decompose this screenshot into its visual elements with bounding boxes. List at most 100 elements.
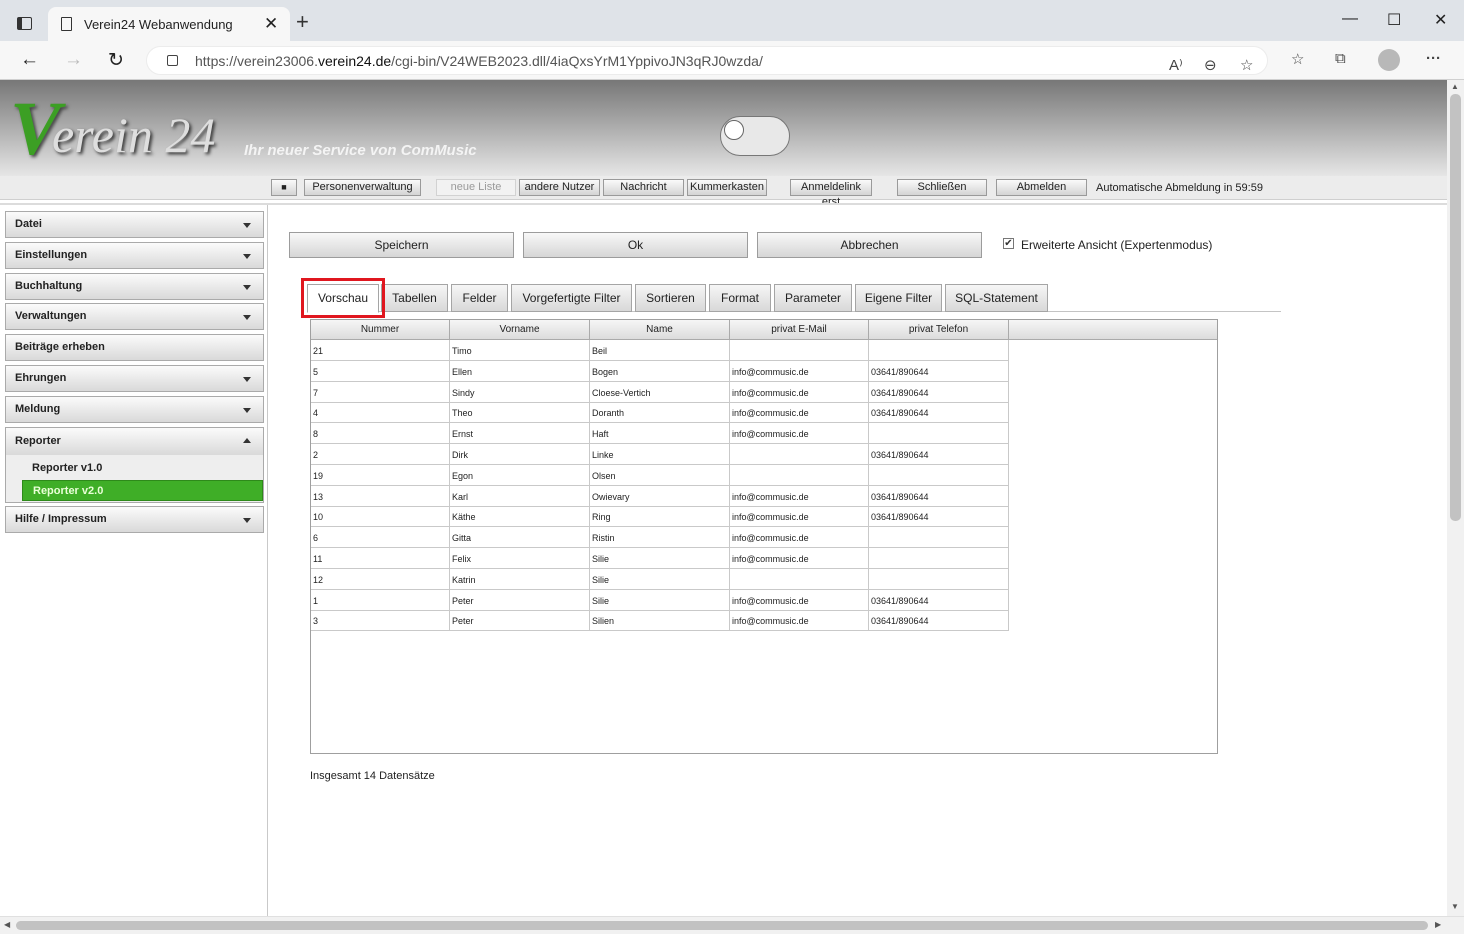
sidebar-item-buchhaltung[interactable]: Buchhaltung	[5, 273, 264, 300]
cell-nummer[interactable]: 10	[311, 506, 450, 528]
cell-email[interactable]	[730, 568, 869, 590]
vertical-scrollbar[interactable]: ▲ ▼	[1447, 80, 1464, 916]
collections-icon[interactable]: ⧉	[1335, 50, 1346, 67]
schliessen-button[interactable]: Schließen	[897, 179, 987, 196]
theme-toggle[interactable]	[720, 116, 790, 156]
cell-email[interactable]: info@commusic.de	[730, 589, 869, 611]
cell-nummer[interactable]: 19	[311, 464, 450, 486]
column-header-email[interactable]: privat E-Mail	[730, 320, 869, 340]
cell-name[interactable]: Owievary	[590, 485, 730, 507]
cell-telefon[interactable]: 03641/890644	[869, 506, 1009, 528]
cell-name[interactable]: Silien	[590, 610, 730, 632]
sidebar-item-datei[interactable]: Datei	[5, 211, 264, 238]
tab-eigene-filter[interactable]: Eigene Filter	[855, 284, 942, 312]
nachricht-button[interactable]: Nachricht	[603, 179, 684, 196]
minimize-icon[interactable]: —	[1342, 10, 1358, 28]
sidebar-item-einstellungen[interactable]: Einstellungen	[5, 242, 264, 269]
cell-nummer[interactable]: 8	[311, 423, 450, 445]
back-icon[interactable]: ←	[20, 49, 39, 71]
cell-nummer[interactable]: 11	[311, 548, 450, 569]
cell-email[interactable]	[730, 340, 869, 361]
tab-tabellen[interactable]: Tabellen	[381, 284, 448, 312]
cell-vorname[interactable]: Katrin	[450, 568, 590, 590]
sidebar-item-hilfe[interactable]: Hilfe / Impressum	[5, 506, 264, 533]
cell-telefon[interactable]: 03641/890644	[869, 610, 1009, 632]
cell-telefon[interactable]	[869, 527, 1009, 549]
close-window-icon[interactable]: ✕	[1434, 10, 1447, 30]
kummerkasten-button[interactable]: Kummerkasten	[687, 179, 767, 196]
tab-sortieren[interactable]: Sortieren	[635, 284, 706, 312]
scroll-up-icon[interactable]: ▲	[1451, 82, 1459, 91]
cell-telefon[interactable]	[869, 568, 1009, 590]
cell-vorname[interactable]: Felix	[450, 548, 590, 569]
tab-actions-icon[interactable]	[17, 17, 32, 30]
scroll-left-icon[interactable]: ◀	[4, 920, 10, 929]
cell-nummer[interactable]: 12	[311, 568, 450, 590]
cell-email[interactable]	[730, 464, 869, 486]
cell-name[interactable]: Beil	[590, 340, 730, 361]
cell-telefon[interactable]: 03641/890644	[869, 444, 1009, 465]
cell-name[interactable]: Silie	[590, 589, 730, 611]
column-header-nummer[interactable]: Nummer	[311, 320, 450, 340]
cell-email[interactable]	[730, 444, 869, 465]
cell-name[interactable]: Silie	[590, 568, 730, 590]
cell-vorname[interactable]: Egon	[450, 464, 590, 486]
menu-icon[interactable]: ···	[1426, 50, 1441, 67]
cell-email[interactable]: info@commusic.de	[730, 548, 869, 569]
andere-nutzer-button[interactable]: andere Nutzer	[519, 179, 600, 196]
horizontal-scrollbar[interactable]: ◀ ▶	[0, 916, 1464, 934]
cell-name[interactable]: Ristin	[590, 527, 730, 549]
cell-telefon[interactable]: 03641/890644	[869, 360, 1009, 382]
read-aloud-icon[interactable]: A⁾	[1169, 56, 1183, 74]
tab-format[interactable]: Format	[709, 284, 771, 312]
zoom-icon[interactable]: ⊖	[1204, 56, 1217, 74]
tab-parameter[interactable]: Parameter	[774, 284, 852, 312]
anmeldelink-button[interactable]: Anmeldelink erst	[790, 179, 872, 208]
maximize-icon[interactable]: ☐	[1387, 10, 1401, 30]
cell-vorname[interactable]: Käthe	[450, 506, 590, 528]
sidebar-item-ehrungen[interactable]: Ehrungen	[5, 365, 264, 392]
cell-vorname[interactable]: Sindy	[450, 381, 590, 403]
lock-icon[interactable]	[167, 55, 178, 66]
horizontal-scroll-thumb[interactable]	[16, 921, 1428, 930]
cell-vorname[interactable]: Timo	[450, 340, 590, 361]
sidebar-item-reporter[interactable]: Reporter	[6, 428, 263, 455]
browser-tab[interactable]: Verein24 Webanwendung ✕	[48, 7, 290, 41]
cell-vorname[interactable]: Ellen	[450, 360, 590, 382]
cell-email[interactable]: info@commusic.de	[730, 423, 869, 445]
personenverwaltung-button[interactable]: Personenverwaltung	[304, 179, 421, 196]
profile-avatar[interactable]	[1378, 49, 1400, 71]
url-field[interactable]: https://verein23006.verein24.de/cgi-bin/…	[146, 46, 1268, 75]
favorites-icon[interactable]: ☆	[1291, 50, 1304, 68]
column-header-name[interactable]: Name	[590, 320, 730, 340]
ok-button[interactable]: Ok	[523, 232, 748, 258]
save-button[interactable]: Speichern	[289, 232, 514, 258]
cell-email[interactable]: info@commusic.de	[730, 485, 869, 507]
sidebar-item-meldung[interactable]: Meldung	[5, 396, 264, 423]
scroll-right-icon[interactable]: ▶	[1435, 920, 1441, 929]
column-header-telefon[interactable]: privat Telefon	[869, 320, 1009, 340]
cell-name[interactable]: Doranth	[590, 402, 730, 424]
cell-email[interactable]: info@commusic.de	[730, 527, 869, 549]
cell-email[interactable]: info@commusic.de	[730, 402, 869, 424]
sidebar-item-reporter-v2[interactable]: Reporter v2.0	[22, 480, 263, 501]
cell-email[interactable]: info@commusic.de	[730, 506, 869, 528]
column-header-vorname[interactable]: Vorname	[450, 320, 590, 340]
abmelden-button[interactable]: Abmelden	[996, 179, 1087, 196]
sidebar-item-verwaltungen[interactable]: Verwaltungen	[5, 303, 264, 330]
cell-nummer[interactable]: 4	[311, 402, 450, 424]
cell-email[interactable]: info@commusic.de	[730, 610, 869, 632]
cell-telefon[interactable]	[869, 464, 1009, 486]
cell-nummer[interactable]: 5	[311, 360, 450, 382]
tab-sql-statement[interactable]: SQL-Statement	[945, 284, 1048, 312]
cell-vorname[interactable]: Ernst	[450, 423, 590, 445]
stop-button[interactable]: ■	[271, 179, 297, 196]
add-favorite-icon[interactable]: ☆	[1240, 56, 1253, 74]
vertical-scroll-thumb[interactable]	[1450, 94, 1461, 521]
tab-felder[interactable]: Felder	[451, 284, 508, 312]
cell-telefon[interactable]	[869, 340, 1009, 361]
cell-telefon[interactable]: 03641/890644	[869, 589, 1009, 611]
cell-name[interactable]: Bogen	[590, 360, 730, 382]
cell-nummer[interactable]: 2	[311, 444, 450, 465]
new-tab-icon[interactable]: +	[296, 9, 309, 35]
